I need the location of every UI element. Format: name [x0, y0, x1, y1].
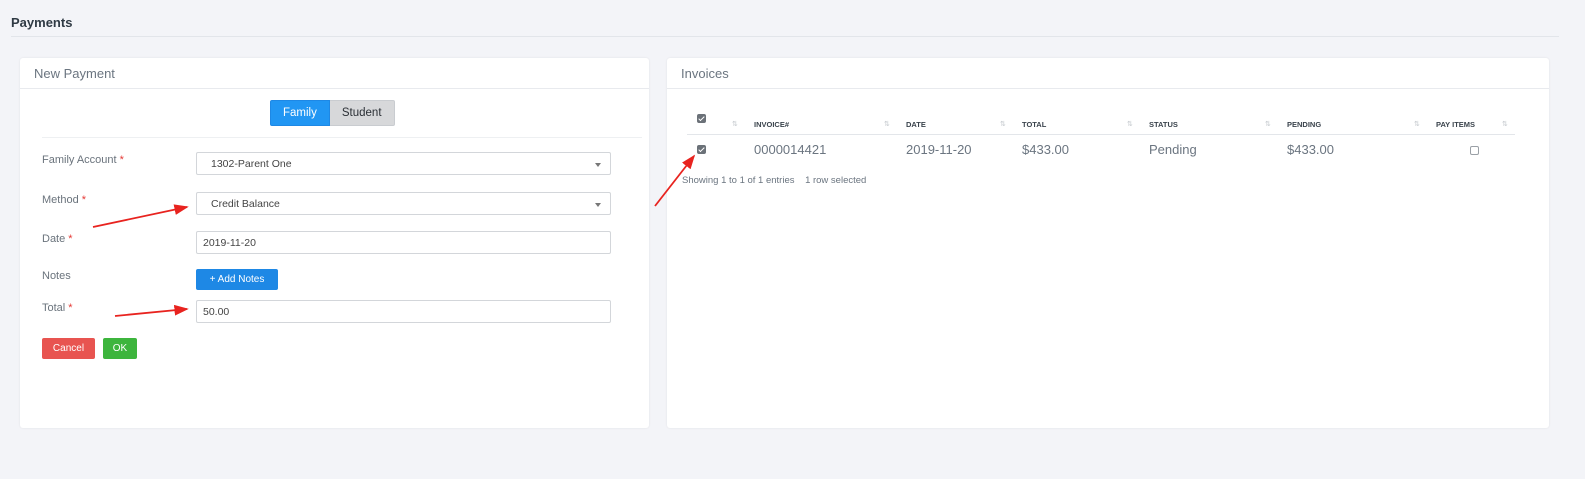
column-status[interactable]: STATUS	[1149, 120, 1178, 129]
total-input[interactable]: 50.00	[196, 300, 611, 323]
invoice-total: $433.00	[1022, 142, 1069, 157]
date-value: 2019-11-20	[203, 237, 256, 249]
new-payment-title: New Payment	[20, 58, 649, 89]
date-input[interactable]: 2019-11-20	[196, 231, 611, 254]
required-marker: *	[81, 194, 86, 206]
page-header: Payments	[11, 8, 1559, 37]
required-marker: *	[68, 302, 73, 314]
page-title: Payments	[11, 15, 73, 30]
select-all-checkbox[interactable]	[697, 114, 706, 123]
chevron-down-icon	[595, 203, 601, 207]
sort-icon[interactable]: ⇅	[1127, 120, 1133, 128]
column-pending[interactable]: PENDING	[1287, 120, 1321, 129]
method-value: Credit Balance	[211, 198, 280, 210]
required-marker: *	[119, 154, 124, 166]
invoices-title: Invoices	[667, 58, 1549, 89]
student-toggle-button[interactable]: Student	[329, 100, 395, 126]
family-account-label: Family Account *	[42, 154, 124, 166]
invoices-card: Invoices ⇅ INVOICE# ⇅ DATE ⇅ TOTAL ⇅ STA…	[667, 58, 1549, 428]
cancel-button[interactable]: Cancel	[42, 338, 95, 359]
table-info: Showing 1 to 1 of 1 entries 1 row select…	[682, 175, 866, 186]
pay-items-checkbox[interactable]	[1470, 146, 1479, 155]
invoices-table-header: ⇅ INVOICE# ⇅ DATE ⇅ TOTAL ⇅ STATUS ⇅ PEN…	[687, 114, 1515, 135]
method-select[interactable]: Credit Balance	[196, 192, 611, 215]
invoice-pending: $433.00	[1287, 142, 1334, 157]
table-row[interactable]: 0000014421 2019-11-20 $433.00 Pending $4…	[687, 138, 1515, 162]
entries-info: Showing 1 to 1 of 1 entries	[682, 175, 795, 186]
row-select-checkbox[interactable]	[697, 145, 706, 154]
date-label: Date *	[42, 233, 73, 245]
invoice-status: Pending	[1149, 142, 1197, 157]
column-invoice[interactable]: INVOICE#	[754, 120, 789, 129]
family-toggle-button[interactable]: Family	[270, 100, 330, 126]
sort-icon[interactable]: ⇅	[732, 120, 738, 128]
method-label: Method *	[42, 194, 86, 206]
notes-label: Notes	[42, 270, 71, 282]
sort-icon[interactable]: ⇅	[1265, 120, 1271, 128]
selected-info: 1 row selected	[805, 175, 867, 186]
invoice-number: 0000014421	[754, 142, 827, 157]
column-total[interactable]: TOTAL	[1022, 120, 1046, 129]
chevron-down-icon	[595, 163, 601, 167]
payer-type-toggle: Family Student	[270, 100, 395, 126]
total-label: Total *	[42, 302, 73, 314]
form-divider	[42, 137, 642, 138]
sort-icon[interactable]: ⇅	[1502, 120, 1508, 128]
column-date[interactable]: DATE	[906, 120, 926, 129]
sort-icon[interactable]: ⇅	[1000, 120, 1006, 128]
add-notes-button[interactable]: + Add Notes	[196, 269, 278, 290]
total-value: 50.00	[203, 306, 230, 318]
family-account-value: 1302-Parent One	[211, 158, 292, 170]
invoice-date: 2019-11-20	[906, 142, 972, 157]
sort-icon[interactable]: ⇅	[884, 120, 890, 128]
new-payment-card: New Payment Family Student Family Accoun…	[20, 58, 649, 428]
required-marker: *	[68, 233, 73, 245]
column-pay-items[interactable]: PAY ITEMS	[1436, 120, 1475, 129]
sort-icon[interactable]: ⇅	[1414, 120, 1420, 128]
family-account-select[interactable]: 1302-Parent One	[196, 152, 611, 175]
ok-button[interactable]: OK	[103, 338, 137, 359]
